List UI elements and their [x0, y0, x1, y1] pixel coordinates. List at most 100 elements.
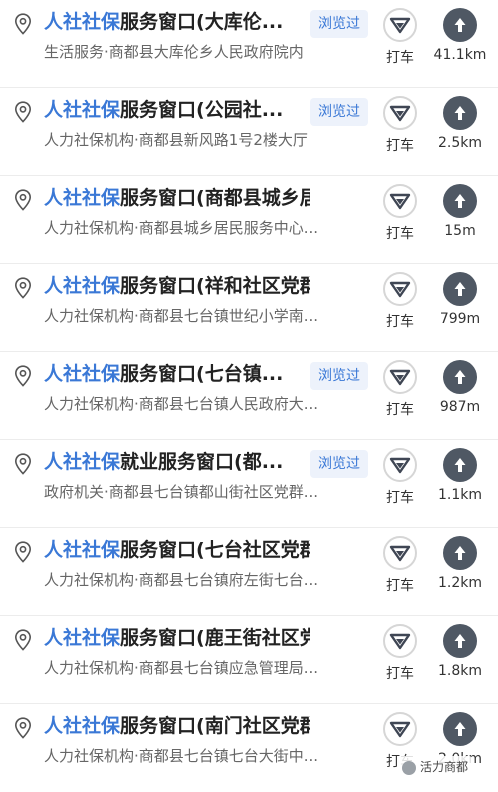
map-pin-icon	[14, 629, 32, 651]
result-item[interactable]: 人社社保就业服务窗口(都... 政府机关·商都县七台镇都山街社区党群... 浏览…	[0, 440, 498, 528]
result-title[interactable]: 人社社保就业服务窗口(都...	[44, 446, 310, 478]
navigate-arrow-icon	[454, 370, 466, 384]
taxi-button[interactable]: 打车	[380, 448, 420, 507]
taxi-button[interactable]: 打车	[380, 184, 420, 243]
taxi-button[interactable]: 打车	[380, 536, 420, 595]
search-results-list: 人社社保服务窗口(大库伦... 生活服务·商都县大库伦乡人民政府院内 浏览过 打…	[0, 0, 498, 792]
taxi-button[interactable]: 打车	[380, 96, 420, 155]
title-rest: 服务窗口(祥和社区党群...	[120, 275, 310, 297]
distance-label: 987m	[439, 399, 481, 415]
title-highlight: 人社社保	[44, 363, 121, 385]
result-item[interactable]: 人社社保服务窗口(南门社区党群... 人力社保机构·商都县七台镇七台大街中...…	[0, 704, 498, 792]
result-title[interactable]: 人社社保服务窗口(七台镇...	[44, 358, 310, 390]
map-pin-icon	[14, 13, 32, 35]
watermark: 活力商都	[398, 756, 473, 778]
taxi-label: 打车	[386, 50, 414, 66]
title-highlight: 人社社保	[44, 539, 121, 561]
title-rest: 服务窗口(南门社区党群...	[120, 715, 310, 737]
taxi-label: 打车	[386, 666, 414, 682]
result-subtitle: 人力社保机构·商都县城乡居民服务中心...	[44, 219, 319, 237]
title-highlight: 人社社保	[44, 99, 121, 121]
navigate-arrow-icon	[454, 546, 466, 560]
taxi-logo-icon	[389, 281, 411, 298]
navigate-button[interactable]: 1.1km	[428, 448, 492, 503]
result-title[interactable]: 人社社保服务窗口(南门社区党群...	[44, 710, 310, 742]
map-pin-icon	[14, 365, 32, 387]
navigate-button[interactable]: 1.8km	[428, 624, 492, 679]
title-rest: 服务窗口(七台镇...	[120, 363, 284, 385]
taxi-label: 打车	[386, 314, 414, 330]
title-highlight: 人社社保	[44, 11, 121, 33]
taxi-logo-icon	[389, 457, 411, 474]
result-subtitle: 政府机关·商都县七台镇都山街社区党群...	[44, 483, 319, 501]
result-title[interactable]: 人社社保服务窗口(七台社区党群...	[44, 534, 310, 566]
map-pin-icon	[14, 541, 32, 563]
title-highlight: 人社社保	[44, 275, 121, 297]
title-highlight: 人社社保	[44, 715, 121, 737]
taxi-logo-icon	[389, 17, 411, 34]
navigate-arrow-icon	[454, 722, 466, 736]
taxi-button[interactable]: 打车	[380, 8, 420, 67]
map-pin-icon	[14, 717, 32, 739]
distance-label: 799m	[439, 311, 481, 327]
navigate-button[interactable]: 15m	[428, 184, 492, 239]
title-highlight: 人社社保	[44, 187, 121, 209]
result-item[interactable]: 人社社保服务窗口(公园社... 人力社保机构·商都县新风路1号2楼大厅 浏览过 …	[0, 88, 498, 176]
taxi-logo-icon	[389, 633, 411, 650]
taxi-button[interactable]: 打车	[380, 624, 420, 683]
taxi-label: 打车	[386, 402, 414, 418]
result-title[interactable]: 人社社保服务窗口(商都县城乡居...	[44, 182, 310, 214]
title-highlight: 人社社保	[44, 451, 121, 473]
taxi-button[interactable]: 打车	[380, 272, 420, 331]
distance-label: 1.8km	[437, 663, 482, 679]
result-title[interactable]: 人社社保服务窗口(鹿王街社区党...	[44, 622, 310, 654]
map-pin-icon	[14, 101, 32, 123]
taxi-logo-icon	[389, 105, 411, 122]
result-item[interactable]: 人社社保服务窗口(商都县城乡居... 人力社保机构·商都县城乡居民服务中心...…	[0, 176, 498, 264]
title-rest: 服务窗口(大库伦...	[120, 11, 284, 33]
taxi-logo-icon	[389, 193, 411, 210]
result-item[interactable]: 人社社保服务窗口(七台镇... 人力社保机构·商都县七台镇人民政府大... 浏览…	[0, 352, 498, 440]
result-item[interactable]: 人社社保服务窗口(七台社区党群... 人力社保机构·商都县七台镇府左街七台...…	[0, 528, 498, 616]
navigate-button[interactable]: 2.5km	[428, 96, 492, 151]
taxi-label: 打车	[386, 490, 414, 506]
wechat-icon	[402, 760, 416, 775]
result-title[interactable]: 人社社保服务窗口(公园社...	[44, 94, 310, 126]
distance-label: 15m	[444, 223, 476, 239]
distance-label: 1.1km	[437, 487, 482, 503]
taxi-label: 打车	[386, 226, 414, 242]
taxi-logo-icon	[389, 721, 411, 738]
navigate-arrow-icon	[454, 194, 466, 208]
result-item[interactable]: 人社社保服务窗口(鹿王街社区党... 人力社保机构·商都县七台镇应急管理局...…	[0, 616, 498, 704]
distance-label: 41.1km	[433, 47, 487, 63]
map-pin-icon	[14, 189, 32, 211]
visited-badge: 浏览过	[310, 98, 368, 126]
result-subtitle: 人力社保机构·商都县七台镇应急管理局...	[44, 659, 319, 677]
navigate-button[interactable]: 799m	[428, 272, 492, 327]
navigate-button[interactable]: 987m	[428, 360, 492, 415]
result-item[interactable]: 人社社保服务窗口(祥和社区党群... 人力社保机构·商都县七台镇世纪小学南...…	[0, 264, 498, 352]
distance-label: 2.5km	[437, 135, 482, 151]
result-subtitle: 生活服务·商都县大库伦乡人民政府院内	[44, 43, 304, 61]
visited-badge: 浏览过	[310, 450, 368, 478]
result-subtitle: 人力社保机构·商都县七台镇人民政府大...	[44, 395, 319, 413]
title-rest: 就业服务窗口(都...	[120, 451, 284, 473]
distance-label: 1.2km	[437, 575, 482, 591]
taxi-label: 打车	[386, 138, 414, 154]
result-title[interactable]: 人社社保服务窗口(大库伦...	[44, 6, 310, 38]
visited-badge: 浏览过	[310, 362, 368, 390]
result-title[interactable]: 人社社保服务窗口(祥和社区党群...	[44, 270, 310, 302]
result-subtitle: 人力社保机构·商都县七台镇七台大街中...	[44, 747, 319, 765]
watermark-text: 活力商都	[420, 760, 469, 774]
navigate-arrow-icon	[454, 18, 466, 32]
result-item[interactable]: 人社社保服务窗口(大库伦... 生活服务·商都县大库伦乡人民政府院内 浏览过 打…	[0, 0, 498, 88]
taxi-logo-icon	[389, 545, 411, 562]
navigate-button[interactable]: 41.1km	[428, 8, 492, 63]
navigate-arrow-icon	[454, 458, 466, 472]
result-subtitle: 人力社保机构·商都县新风路1号2楼大厅	[44, 131, 308, 149]
navigate-button[interactable]: 1.2km	[428, 536, 492, 591]
result-subtitle: 人力社保机构·商都县七台镇府左街七台...	[44, 571, 319, 589]
taxi-button[interactable]: 打车	[380, 360, 420, 419]
title-rest: 服务窗口(鹿王街社区党...	[120, 627, 310, 649]
title-highlight: 人社社保	[44, 627, 121, 649]
